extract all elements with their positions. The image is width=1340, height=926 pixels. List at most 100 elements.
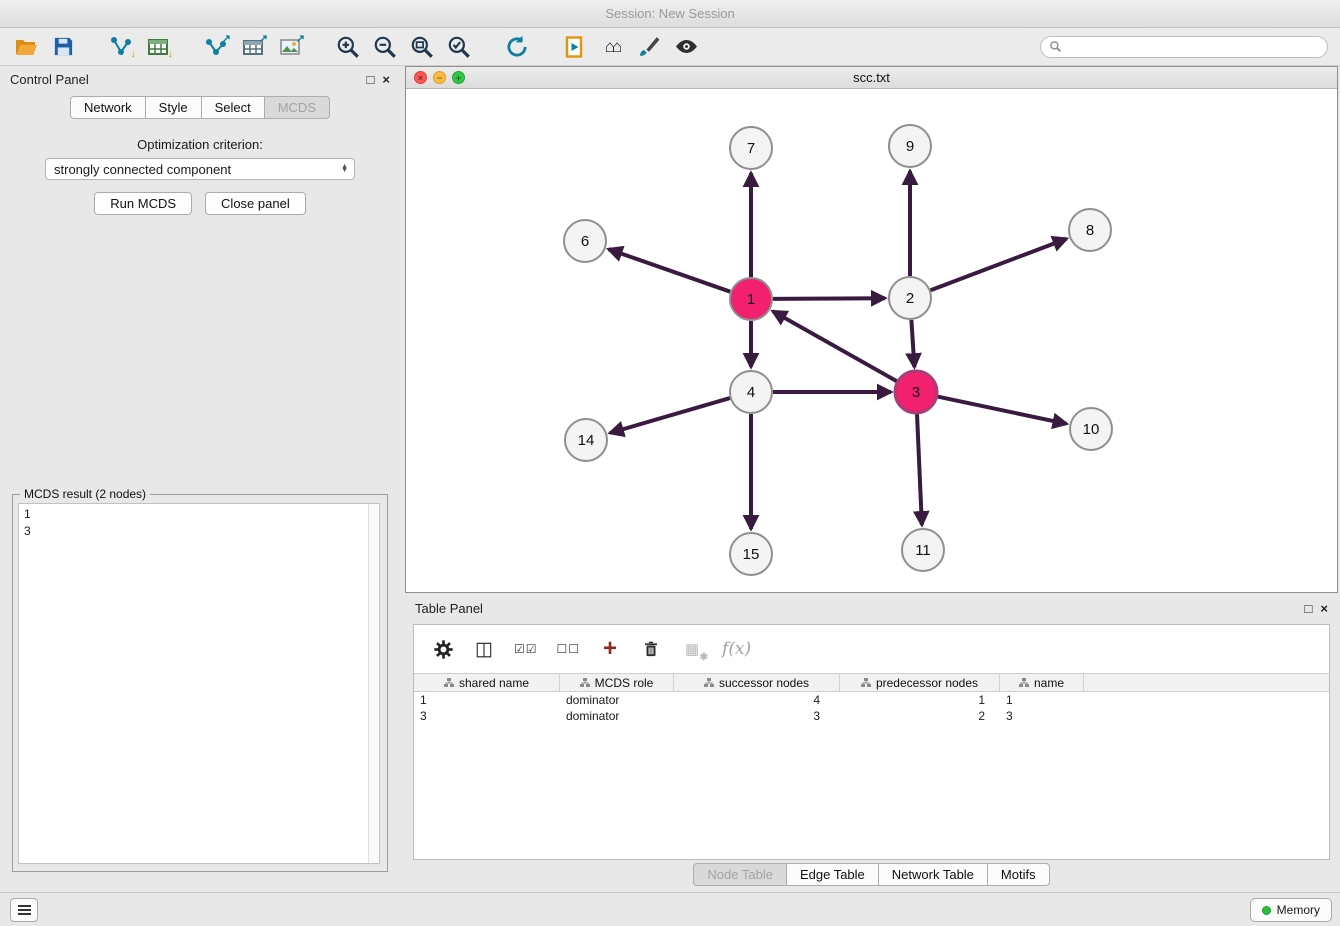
network-window-titlebar[interactable]: × − + scc.txt [406,67,1337,89]
zoom-fit-icon[interactable] [408,33,436,61]
search-icon [1049,40,1062,53]
result-scrollbar[interactable] [368,504,379,863]
status-menu-button[interactable] [10,898,38,922]
graph-node[interactable]: 7 [730,127,772,169]
table-panel-tabs: Node Table Edge Table Network Table Moti… [405,863,1338,886]
cell-mcds-role[interactable]: dominator [560,693,674,707]
search-field[interactable] [1040,36,1328,58]
graph-node[interactable]: 6 [564,220,606,262]
tab-node-table[interactable]: Node Table [693,863,787,886]
tab-style[interactable]: Style [146,96,202,119]
graph-edge[interactable] [917,414,922,525]
graph-edge[interactable] [609,249,731,292]
window-title: Session: New Session [605,6,734,21]
cell-name[interactable]: 3 [1000,709,1084,723]
cell-successor-nodes[interactable]: 3 [674,709,840,723]
delete-column-icon[interactable] [640,637,662,661]
memory-status-icon [1262,906,1271,915]
graph-edge[interactable] [931,239,1067,290]
criterion-dropdown[interactable]: strongly connected component ▲▼ [45,158,355,180]
graph-node[interactable]: 1 [730,278,772,320]
export-arrow-icon: ↗ [222,34,231,45]
deselect-all-columns-icon[interactable]: ☐☐ [557,637,581,661]
home-icon[interactable]: ⌂⌂ [598,33,626,61]
criterion-value: strongly connected component [54,162,341,177]
graph-node[interactable]: 2 [889,277,931,319]
close-panel-icon[interactable]: × [382,73,390,86]
cell-predecessor-nodes[interactable]: 1 [840,693,1000,707]
copy-view-icon[interactable] [561,33,589,61]
table-row[interactable]: 3 dominator 3 2 3 [414,708,1329,724]
tab-network-table[interactable]: Network Table [879,863,988,886]
network-window-title: scc.txt [853,70,890,85]
open-session-icon[interactable] [12,33,40,61]
mcds-result-label: MCDS result (2 nodes) [20,487,150,501]
window-minimize-icon[interactable]: − [433,71,446,84]
save-session-icon[interactable] [49,33,77,61]
tab-select[interactable]: Select [202,96,265,119]
memory-button[interactable]: Memory [1250,898,1332,922]
close-panel-button[interactable]: Close panel [205,192,306,215]
graph-edge[interactable] [773,298,885,299]
style-brush-icon[interactable] [635,33,663,61]
status-bar: Memory [0,892,1340,926]
import-network-icon[interactable]: ↓ [107,33,135,61]
cell-shared-name[interactable]: 1 [414,693,560,707]
tab-motifs[interactable]: Motifs [988,863,1050,886]
column-header-shared-name[interactable]: shared name [414,674,560,691]
cell-name[interactable]: 1 [1000,693,1084,707]
zoom-in-icon[interactable] [334,33,362,61]
export-arrow-icon: ↗ [259,34,268,45]
export-table-icon[interactable]: ↗ [239,33,267,61]
export-network-icon[interactable]: ↗ [202,33,230,61]
float-panel-icon[interactable]: □ [1305,602,1313,615]
add-column-icon[interactable]: + [599,637,621,661]
graph-edge[interactable] [773,311,897,381]
graph-node[interactable]: 9 [889,125,931,167]
tab-network[interactable]: Network [70,96,146,119]
column-header-mcds-role[interactable]: MCDS role [560,674,674,691]
cell-successor-nodes[interactable]: 4 [674,693,840,707]
network-canvas[interactable]: 7 9 6 8 1 2 4 3 14 10 15 11 [406,90,1337,592]
search-input[interactable] [1067,40,1319,54]
table-row[interactable]: 1 dominator 4 1 1 [414,692,1329,708]
import-table-icon[interactable]: ↓ [144,33,172,61]
graph-node[interactable]: 3 [895,371,937,413]
show-columns-icon[interactable]: ◫ [473,637,495,661]
graph-node[interactable]: 14 [565,419,607,461]
select-all-columns-icon[interactable]: ☑☑ [514,637,538,661]
export-image-icon[interactable]: ↗ [276,33,304,61]
cell-shared-name[interactable]: 3 [414,709,560,723]
settings-icon[interactable] [432,637,454,661]
tab-mcds[interactable]: MCDS [265,96,330,119]
float-panel-icon[interactable]: □ [367,73,375,86]
graph-node[interactable]: 11 [902,529,944,571]
refresh-icon[interactable] [503,33,531,61]
graph-edge[interactable] [610,398,730,433]
cell-mcds-role[interactable]: dominator [560,709,674,723]
close-panel-icon[interactable]: × [1320,602,1328,615]
column-header-predecessor-nodes[interactable]: predecessor nodes [840,674,1000,691]
graph-node[interactable]: 4 [730,371,772,413]
window-maximize-icon[interactable]: + [452,71,465,84]
menu-icon [18,909,31,911]
graph-edge[interactable] [911,320,914,367]
graph-node[interactable]: 10 [1070,408,1112,450]
zoom-selected-icon[interactable] [445,33,473,61]
control-panel-title: Control Panel [10,72,89,87]
zoom-out-icon[interactable] [371,33,399,61]
column-header-successor-nodes[interactable]: successor nodes [674,674,840,691]
app-window: Session: New Session ↓ ↓ ↗ ↗ ↗ [0,0,1340,926]
mcds-result-textarea[interactable]: 1 3 [18,503,380,864]
tab-edge-table[interactable]: Edge Table [787,863,879,886]
window-close-icon[interactable]: × [414,71,427,84]
network-canvas-svg[interactable]: 7 9 6 8 1 2 4 3 14 10 15 11 [406,90,1337,592]
eye-icon[interactable] [672,33,700,61]
graph-edge[interactable] [938,397,1067,424]
graph-node[interactable]: 8 [1069,209,1111,251]
cell-predecessor-nodes[interactable]: 2 [840,709,1000,723]
graph-node[interactable]: 15 [730,533,772,575]
run-mcds-button[interactable]: Run MCDS [94,192,192,215]
column-header-name[interactable]: name [1000,674,1084,691]
svg-text:15: 15 [743,546,760,563]
